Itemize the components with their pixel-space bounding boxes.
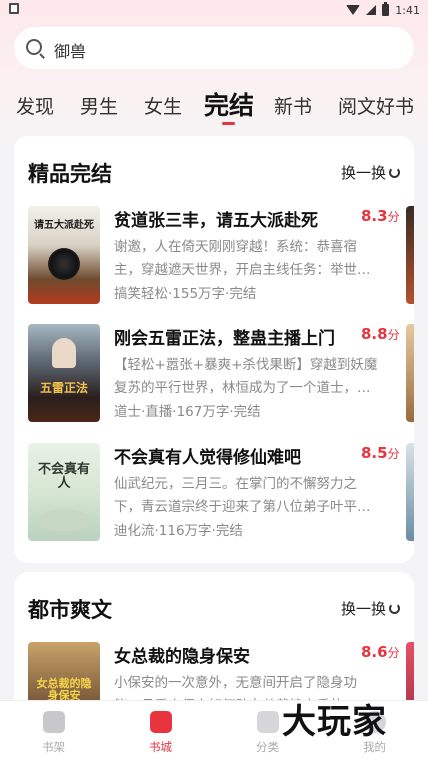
book-item[interactable]: 五雷正法 刚会五雷正法，整蛊主播上门 8.8分 【轻松+嚣张+暴爽+杀伐果断】穿… <box>28 324 414 424</box>
book-cover: 请五大派赴死 <box>28 206 100 304</box>
book-title: 刚会五雷正法，整蛊主播上门 <box>114 329 335 349</box>
search-bar[interactable]: 御兽 <box>14 27 414 69</box>
refresh-button[interactable]: 换一换 <box>341 598 400 619</box>
nav-bookstore[interactable]: 书城 <box>107 701 214 760</box>
section-title: 精品完结 <box>28 162 112 186</box>
tab-new-books[interactable]: 新书 <box>274 92 312 119</box>
next-book-cover-peek <box>406 324 414 422</box>
nav-bookshelf[interactable]: 书架 <box>0 701 107 760</box>
book-title: 不会真有人觉得修仙难吧 <box>114 448 301 468</box>
book-score: 8.3分 <box>361 207 400 225</box>
status-bar: 1:41 <box>0 0 428 20</box>
refresh-label: 换一换 <box>340 600 386 618</box>
book-score: 8.8分 <box>361 325 400 343</box>
category-icon <box>257 711 279 733</box>
tab-indicator <box>222 122 235 125</box>
book-item[interactable]: 请五大派赴死 贫道张三丰，请五大派赴死 8.3分 谢邀，人在倚天刚刚穿越！系统：… <box>28 206 414 306</box>
book-score: 8.5分 <box>361 444 400 462</box>
tab-male[interactable]: 男生 <box>80 92 118 119</box>
book-title: 女总裁的隐身保安 <box>114 647 250 667</box>
next-book-cover-peek <box>406 206 414 304</box>
cover-art <box>48 248 80 280</box>
tab-completed[interactable]: 完结 <box>204 86 254 122</box>
refresh-icon <box>389 603 400 614</box>
book-cover: 五雷正法 <box>28 324 100 422</box>
notification-icon <box>9 3 19 14</box>
book-score: 8.6分 <box>361 643 400 661</box>
tab-good-books[interactable]: 阅文好书 <box>338 92 414 119</box>
refresh-icon <box>389 167 400 178</box>
category-tabs: 发现 男生 女生 完结 新书 阅文好书 <box>0 86 428 125</box>
book-description: 【轻松+嚣张+暴爽+杀伐果断】穿越到妖魔复苏的平行世界，林恒成为了一个道士，… <box>114 357 378 396</box>
next-book-cover-peek <box>406 443 414 541</box>
battery-icon <box>382 2 390 16</box>
book-meta: 搞笑轻松·155万字·完结 <box>114 286 257 302</box>
book-meta: 迪化流·116万字·完结 <box>114 523 243 539</box>
book-description: 仙武纪元，三月三。在掌门的不懈努力之下，青云道宗终于迎来了第八位弟子叶平… <box>114 476 371 515</box>
book-meta: 道士·直播·167万字·完结 <box>114 404 261 420</box>
search-input[interactable]: 御兽 <box>54 38 86 62</box>
section-premium-completed: 精品完结 换一换 请五大派赴死 贫道张三丰，请五大派赴死 8.3分 谢邀，人在倚… <box>14 136 414 563</box>
nav-label: 书城 <box>149 740 172 754</box>
bookstore-icon <box>150 711 172 733</box>
watermark-logo: 大玩家 <box>282 702 387 742</box>
search-icon <box>26 39 42 55</box>
book-description: 谢邀，人在倚天刚刚穿越！系统：恭喜宿主，穿越遮天世界，开启主线任务：举世… <box>114 239 371 278</box>
cover-art <box>36 509 92 531</box>
refresh-button[interactable]: 换一换 <box>341 162 400 183</box>
book-cover: 不会真有人 <box>28 443 100 541</box>
book-title: 贫道张三丰，请五大派赴死 <box>114 211 318 231</box>
status-time: 1:41 <box>395 3 420 17</box>
header-background <box>0 0 428 150</box>
book-item[interactable]: 不会真有人 不会真有人觉得修仙难吧 8.5分 仙武纪元，三月三。在掌门的不懈努力… <box>28 443 414 543</box>
cover-art <box>52 338 76 368</box>
signal-icon <box>366 5 377 15</box>
section-title: 都市爽文 <box>28 598 112 622</box>
bookshelf-icon <box>43 711 65 733</box>
refresh-label: 换一换 <box>340 164 386 182</box>
wifi-icon <box>346 5 361 15</box>
tab-discover[interactable]: 发现 <box>16 92 54 119</box>
tab-female[interactable]: 女生 <box>144 92 182 119</box>
nav-label: 书架 <box>42 740 65 754</box>
